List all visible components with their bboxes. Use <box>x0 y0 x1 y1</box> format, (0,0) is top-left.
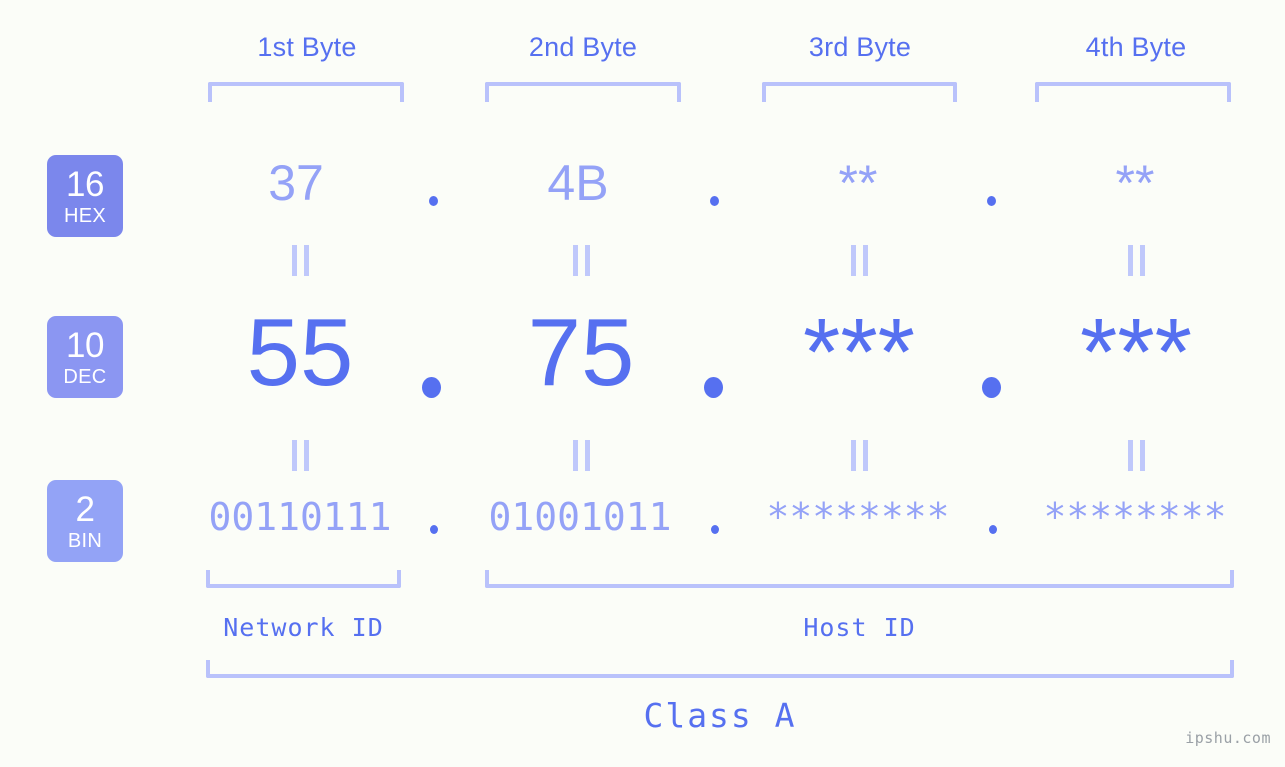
radix-badge-hex-number: 16 <box>66 164 104 204</box>
dec-byte-1: 55 <box>246 299 354 406</box>
bin-separator-dot-3 <box>989 525 997 534</box>
bin-separator-dot-1 <box>430 525 438 534</box>
byte-header-label-3: 3rd Byte <box>808 32 912 62</box>
hex-separator-dot-3 <box>987 196 996 206</box>
bin-byte-3: ******** <box>766 495 950 539</box>
equals-connector-dec-bin-4 <box>1125 440 1147 471</box>
byte-header-label-1: 1st Byte <box>257 32 357 62</box>
host-id-label: Host ID <box>803 613 916 642</box>
byte-bracket-2 <box>485 82 681 102</box>
class-label: Class A <box>643 696 797 735</box>
byte-bracket-1 <box>208 82 404 102</box>
radix-badge-bin-number: 2 <box>75 489 95 529</box>
equals-connector-hex-dec-4 <box>1125 245 1147 276</box>
dec-separator-dot-3 <box>982 377 1001 398</box>
radix-badge-dec-label: DEC <box>63 365 107 388</box>
hex-byte-3: ** <box>838 155 878 211</box>
class-bracket <box>206 660 1234 678</box>
equals-connector-hex-dec-1 <box>289 245 311 276</box>
byte-header-label-2: 2nd Byte <box>528 32 638 62</box>
hex-byte-4: ** <box>1115 155 1155 211</box>
radix-badge-dec-number: 10 <box>66 325 104 365</box>
radix-badge-bin-label: BIN <box>67 529 103 552</box>
dec-separator-dot-1 <box>422 377 441 398</box>
bin-separator-dot-2 <box>711 525 719 534</box>
equals-connector-dec-bin-1 <box>289 440 311 471</box>
equals-connector-hex-dec-2 <box>570 245 592 276</box>
hex-byte-2: 4B <box>547 155 609 211</box>
equals-connector-dec-bin-2 <box>570 440 592 471</box>
ip-address-breakdown-diagram: 1st Byte 2nd Byte 3rd Byte 4th Byte 16 H… <box>0 0 1285 767</box>
equals-connector-dec-bin-3 <box>848 440 870 471</box>
equals-connector-hex-dec-3 <box>848 245 870 276</box>
byte-bracket-4 <box>1035 82 1231 102</box>
radix-badge-hex-label: HEX <box>63 204 107 227</box>
radix-badge-hex: 16 HEX <box>47 155 123 237</box>
hex-byte-1: 37 <box>268 155 324 211</box>
byte-header-label-4: 4th Byte <box>1085 32 1187 62</box>
dec-separator-dot-2 <box>704 377 723 398</box>
bin-byte-1: 00110111 <box>208 495 392 539</box>
hex-separator-dot-1 <box>429 196 438 206</box>
radix-badge-bin: 2 BIN <box>47 480 123 562</box>
byte-bracket-3 <box>762 82 957 102</box>
network-id-label: Network ID <box>223 613 384 642</box>
host-id-bracket <box>485 570 1234 588</box>
bin-byte-2: 01001011 <box>488 495 672 539</box>
dec-byte-3: *** <box>802 299 916 406</box>
bin-byte-4: ******** <box>1043 495 1227 539</box>
dec-byte-2: 75 <box>527 299 635 406</box>
dec-byte-4: *** <box>1079 299 1193 406</box>
radix-badge-dec: 10 DEC <box>47 316 123 398</box>
network-id-bracket <box>206 570 401 588</box>
hex-separator-dot-2 <box>710 196 719 206</box>
watermark: ipshu.com <box>1185 729 1271 747</box>
